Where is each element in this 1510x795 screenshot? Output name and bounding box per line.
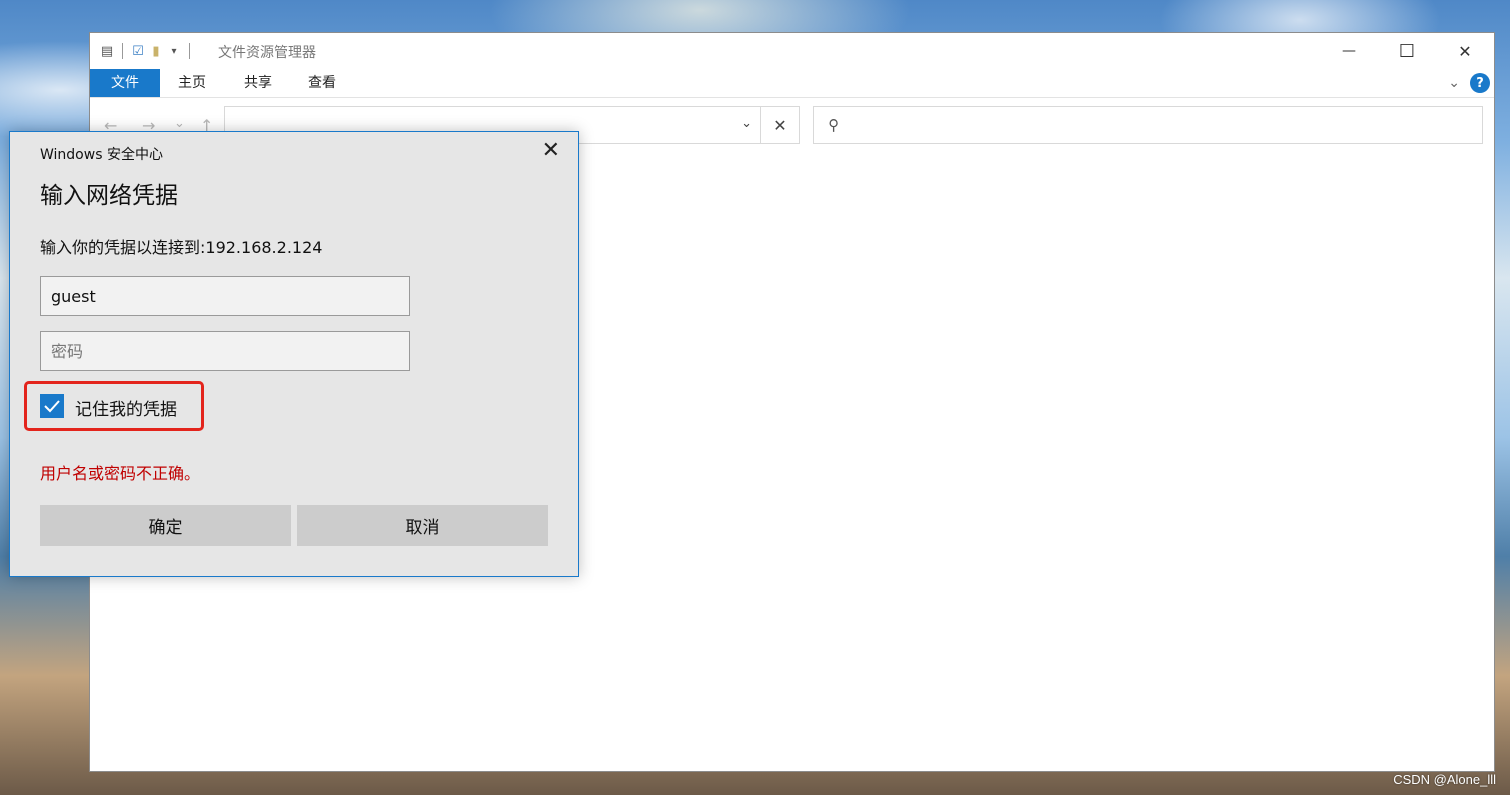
dialog-heading: 输入网络凭据 [40, 183, 178, 209]
dialog-app-name: Windows 安全中心 [40, 147, 163, 163]
tab-share[interactable]: 共享 [234, 69, 282, 97]
toolbar-separator [122, 43, 123, 59]
help-icon[interactable]: ? [1470, 73, 1490, 93]
maximize-button[interactable]: ☐ [1378, 33, 1436, 69]
cancel-button[interactable]: 取消 [297, 505, 548, 546]
dialog-prompt: 输入你的凭据以连接到:192.168.2.124 [40, 238, 323, 257]
toolbar-separator [189, 43, 190, 59]
check-icon[interactable]: ☑ [129, 43, 147, 59]
clear-address-button[interactable]: ✕ [761, 106, 800, 144]
window-controls: — ☐ ✕ [1320, 33, 1494, 69]
username-field[interactable] [40, 276, 410, 316]
checkmark-icon [44, 400, 60, 413]
watermark-text: CSDN @Alone_lll [1393, 772, 1496, 787]
search-icon: ⚲ [828, 116, 839, 134]
remember-label[interactable]: 记住我的凭据 [75, 395, 177, 420]
dialog-close-button[interactable]: ✕ [542, 140, 560, 162]
title-bar: ▤ ☑ ▮ ▾ 文件资源管理器 — ☐ ✕ [90, 33, 1494, 69]
tab-file[interactable]: 文件 [90, 69, 160, 97]
password-field[interactable] [40, 331, 410, 371]
ribbon: 文件 主页 共享 查看 ⌄ ? [90, 69, 1494, 98]
error-message: 用户名或密码不正确。 [40, 464, 201, 483]
chevron-down-icon[interactable]: ⌄ [741, 116, 752, 131]
quick-access-toolbar: ▤ ☑ ▮ ▾ [98, 42, 196, 60]
dropdown-arrow-icon[interactable]: ▾ [165, 43, 183, 59]
properties-icon[interactable]: ▤ [98, 43, 116, 59]
search-box[interactable]: ⚲ [813, 106, 1483, 144]
recent-locations-icon[interactable]: ⌄ [174, 116, 185, 131]
ok-button[interactable]: 确定 [40, 505, 291, 546]
expand-ribbon-icon[interactable]: ⌄ [1448, 75, 1460, 91]
close-icon: ✕ [773, 115, 787, 135]
tab-view[interactable]: 查看 [298, 69, 346, 97]
window-title: 文件资源管理器 [218, 45, 316, 61]
close-button[interactable]: ✕ [1436, 33, 1494, 69]
new-folder-icon[interactable]: ▮ [147, 43, 165, 59]
ribbon-right-controls: ⌄ ? [1448, 73, 1490, 93]
close-icon: ✕ [1458, 41, 1472, 61]
remember-checkbox[interactable] [40, 394, 64, 418]
maximize-icon: ☐ [1398, 40, 1416, 62]
close-icon: ✕ [541, 138, 560, 163]
tab-home[interactable]: 主页 [168, 69, 216, 97]
credential-dialog: Windows 安全中心 ✕ 输入网络凭据 输入你的凭据以连接到:192.168… [9, 131, 579, 577]
minimize-icon: — [1342, 43, 1356, 59]
minimize-button[interactable]: — [1320, 33, 1378, 69]
